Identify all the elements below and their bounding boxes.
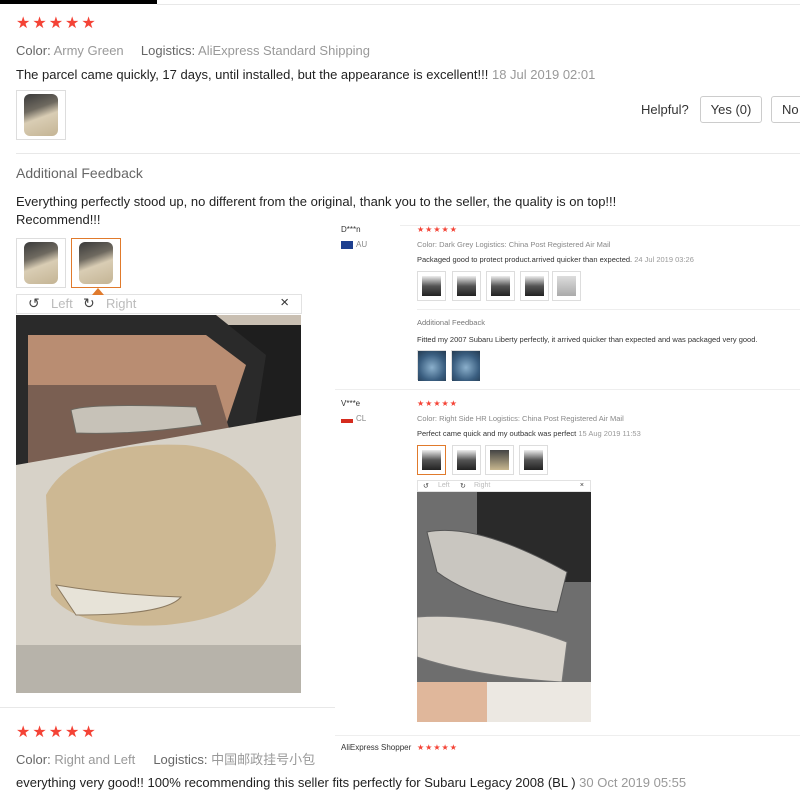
review-photo-thumb[interactable] [451,350,480,381]
rating-stars: ★★★★★ [417,743,458,752]
review-photo-thumb[interactable] [520,271,549,301]
review-body: everything very good!! 100% recommending… [16,775,576,790]
review-photo-thumb[interactable] [16,90,66,140]
review-date: 30 Oct 2019 05:55 [579,775,687,790]
rotate-right-icon[interactable]: ↻ [460,482,466,490]
rotate-right-button[interactable]: Right [106,296,136,311]
divider-line [335,389,800,390]
active-tab-indicator [0,0,157,4]
color-value: Army Green [53,43,124,58]
mirror-part-illustration [416,492,591,722]
car-mirror-illustration [16,315,301,693]
review-date: 18 Jul 2019 02:01 [491,67,596,82]
image-viewer-toolbar: ↺ Left ↻ Right × [417,480,591,492]
review-photo-thumb[interactable] [519,445,548,475]
active-pointer [92,288,104,295]
rotate-left-icon[interactable]: ↺ [28,295,40,312]
additional-feedback-text: Fitted my 2007 Subaru Liberty perfectly,… [417,335,758,344]
close-icon[interactable]: × [280,294,289,311]
rotate-right-icon[interactable]: ↻ [83,295,95,312]
logistics-value: 中国邮政挂号小包 [211,752,316,767]
mirror-photo [24,242,58,284]
divider-line [157,4,800,5]
mirror-photo [79,242,113,284]
divider-line [335,735,800,736]
close-icon[interactable]: × [580,482,584,489]
helpful-no-button[interactable]: No [771,96,800,123]
divider-line [400,225,800,226]
review-text: Perfect came quick and my outback was pe… [417,429,641,438]
reviewer-country: CL [356,414,367,423]
review-photo-thumb-active[interactable] [417,445,446,475]
rotate-left-button[interactable]: Left [438,482,450,489]
logistics-label: Logistics: [140,43,196,58]
rotate-left-icon[interactable]: ↺ [423,482,429,490]
enlarged-review-photo [416,492,591,722]
review-body: Perfect came quick and my outback was pe… [417,429,577,438]
helpful-label: Helpful? [641,102,689,117]
feedback-photo-thumb-active[interactable] [71,238,121,288]
flag-icon [341,415,353,423]
logistics-value: AliExpress Standard Shipping [198,43,371,58]
review-photo-thumb[interactable] [417,271,446,301]
review-text: Packaged good to protect product.arrived… [417,255,694,264]
review-photo-thumb[interactable] [452,271,481,301]
review-photo-thumb[interactable] [452,445,481,475]
rating-stars: ★★★★★ [417,225,458,234]
reviewer-name: V***e [341,399,361,408]
mirror-photo [24,94,58,136]
review-meta: Color: Dark Grey Logistics: China Post R… [417,240,611,249]
review-body: Packaged good to protect product.arrived… [417,255,633,264]
review-body: The parcel came quickly, 17 days, until … [16,67,489,82]
color-label: Color: [16,43,51,58]
divider-line [417,309,800,310]
review-item: ★★★★★ Color: Army Green Logistics: AliEx… [16,13,800,82]
helpful-yes-button[interactable]: Yes (0) [700,96,762,123]
top-divider [0,0,800,5]
section-divider [0,707,335,708]
review-photo-thumb[interactable] [417,350,446,381]
rating-stars: ★★★★★ [417,399,458,408]
embedded-review-screenshot: D***n AU ★★★★★ Color: Dark Grey Logistic… [335,225,800,760]
enlarged-review-photo [16,315,301,693]
additional-feedback-text: Everything perfectly stood up, no differ… [16,194,617,227]
review-photo-thumb[interactable] [552,271,581,301]
rating-stars: ★★★★★ [16,15,98,32]
review-date: 24 Jul 2019 03:26 [634,255,694,264]
reviewer-country: AU [356,240,368,249]
review-text: everything very good!! 100% recommending… [16,775,800,790]
flag-icon [341,241,353,249]
additional-feedback-title: Additional Feedback [16,165,143,181]
additional-feedback-title: Additional Feedback [417,318,485,327]
image-viewer-toolbar: ↺ Left ↻ Right × [16,288,302,314]
review-photo-thumb[interactable] [485,445,514,475]
reviewer-name: D***n [341,225,361,234]
color-label: Color: [16,752,51,767]
review-text: The parcel came quickly, 17 days, until … [16,67,800,82]
logistics-label: Logistics: [153,752,208,767]
review-meta: Color: Army Green Logistics: AliExpress … [16,43,800,58]
rotate-right-button[interactable]: Right [474,482,490,489]
reviewer-name: AliExpress Shopper [341,743,412,752]
section-divider [16,153,800,154]
review-photo-thumb[interactable] [486,271,515,301]
color-value: Right and Left [54,752,136,767]
review-date: 15 Aug 2019 11:53 [578,429,641,438]
review-meta: Color: Right Side HR Logistics: China Po… [417,414,624,423]
rotate-left-button[interactable]: Left [51,296,73,311]
feedback-photo-thumb[interactable] [16,238,66,288]
